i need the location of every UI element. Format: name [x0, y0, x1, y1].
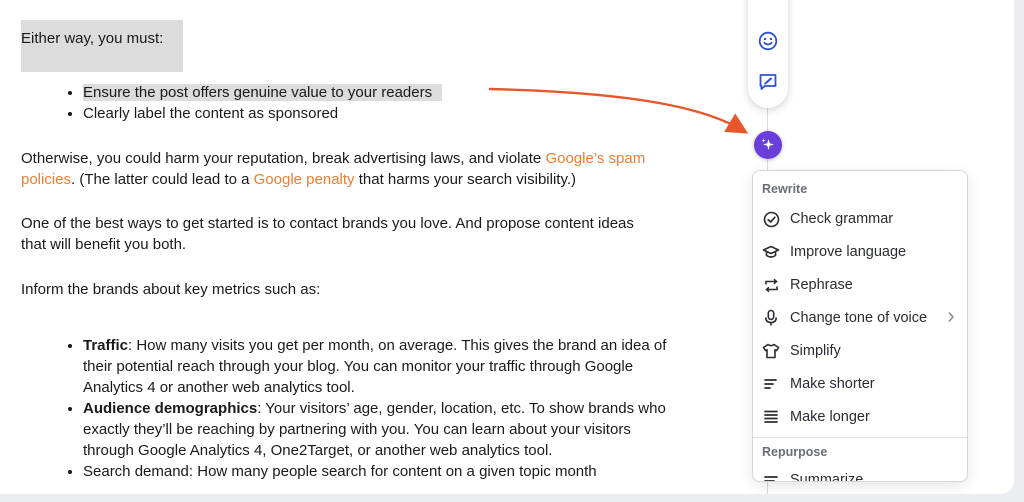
- paragraph-contact: One of the best ways to get started is t…: [21, 215, 634, 253]
- app-window: Either way, you must: Ensure the post of…: [0, 0, 1014, 494]
- microphone-icon: [762, 309, 780, 327]
- must-list: Ensure the post offers genuine value to …: [47, 82, 673, 124]
- menu-divider: [753, 437, 967, 438]
- comment-edit-icon: [759, 74, 777, 90]
- menu-item-simplify[interactable]: Simplify: [753, 336, 967, 366]
- menu-item-check-grammar[interactable]: Check grammar: [753, 204, 967, 234]
- rephrase-arrows-icon: [762, 276, 780, 294]
- graduation-cap-icon: [762, 243, 780, 261]
- long-lines-icon: [762, 408, 780, 426]
- link-google-penalty[interactable]: Google penalty: [254, 171, 355, 188]
- ai-actions-menu: Rewrite Check grammar Improve language R…: [752, 170, 968, 482]
- section-title-rewrite: Rewrite: [762, 182, 808, 196]
- chevron-right-icon: [948, 311, 955, 323]
- ai-assistant-button[interactable]: [754, 131, 782, 159]
- short-lines-icon: [762, 375, 780, 393]
- metrics-list: Traffic: How many visits you get per mon…: [47, 335, 673, 482]
- paragraph-intro: Either way, you must:: [21, 20, 183, 72]
- side-toolbar: [748, 0, 788, 108]
- sparkle-icon: [761, 138, 774, 150]
- menu-item-make-shorter[interactable]: Make shorter: [753, 369, 967, 399]
- smiley-icon: [758, 31, 778, 51]
- list-item: Ensure the post offers genuine value to …: [83, 82, 673, 103]
- menu-item-rephrase[interactable]: Rephrase: [753, 270, 967, 300]
- menu-item-change-tone[interactable]: Change tone of voice: [753, 303, 967, 333]
- menu-item-improve-language[interactable]: Improve language: [753, 237, 967, 267]
- intro-text: Either way, you must:: [21, 20, 183, 72]
- list-item: Search demand: How many people search fo…: [83, 461, 673, 482]
- t-shirt-icon: [762, 342, 780, 360]
- comment-button[interactable]: [757, 71, 779, 93]
- summarize-icon: [762, 471, 780, 481]
- menu-item-make-longer[interactable]: Make longer: [753, 402, 967, 432]
- list-item: Traffic: How many visits you get per mon…: [83, 335, 673, 398]
- document-body[interactable]: Either way, you must: Ensure the post of…: [0, 0, 720, 494]
- check-circle-icon: [762, 210, 780, 228]
- emoji-button[interactable]: [757, 30, 779, 52]
- paragraph-inform: Inform the brands about key metrics such…: [21, 281, 321, 298]
- list-item: Audience demographics: Your visitors’ ag…: [83, 398, 673, 461]
- list-item: Clearly label the content as sponsored: [83, 103, 673, 124]
- paragraph-otherwise: Otherwise, you could harm your reputatio…: [21, 150, 646, 188]
- menu-item-summarize[interactable]: Summarize: [753, 465, 967, 481]
- section-title-repurpose: Repurpose: [762, 445, 828, 459]
